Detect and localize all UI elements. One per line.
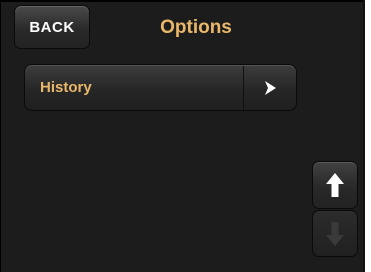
back-button[interactable]: BACK [14,5,90,49]
scroll-down-button[interactable] [312,210,358,257]
menu-item-label: History [40,79,92,96]
page-margin [365,0,371,272]
arrow-down-icon [326,221,344,246]
menu-item-history[interactable]: History [24,64,297,111]
device-screen: BACK Options History [0,0,363,272]
page-title: Options [160,17,232,38]
back-button-label: BACK [29,18,75,36]
frame-top-edge [0,0,365,2]
arrow-up-icon [326,173,344,197]
scroll-up-button[interactable] [312,161,358,209]
header-bar: BACK Options [1,0,364,52]
chevron-right-icon[interactable] [245,65,295,110]
menu-item-divider [243,66,244,110]
